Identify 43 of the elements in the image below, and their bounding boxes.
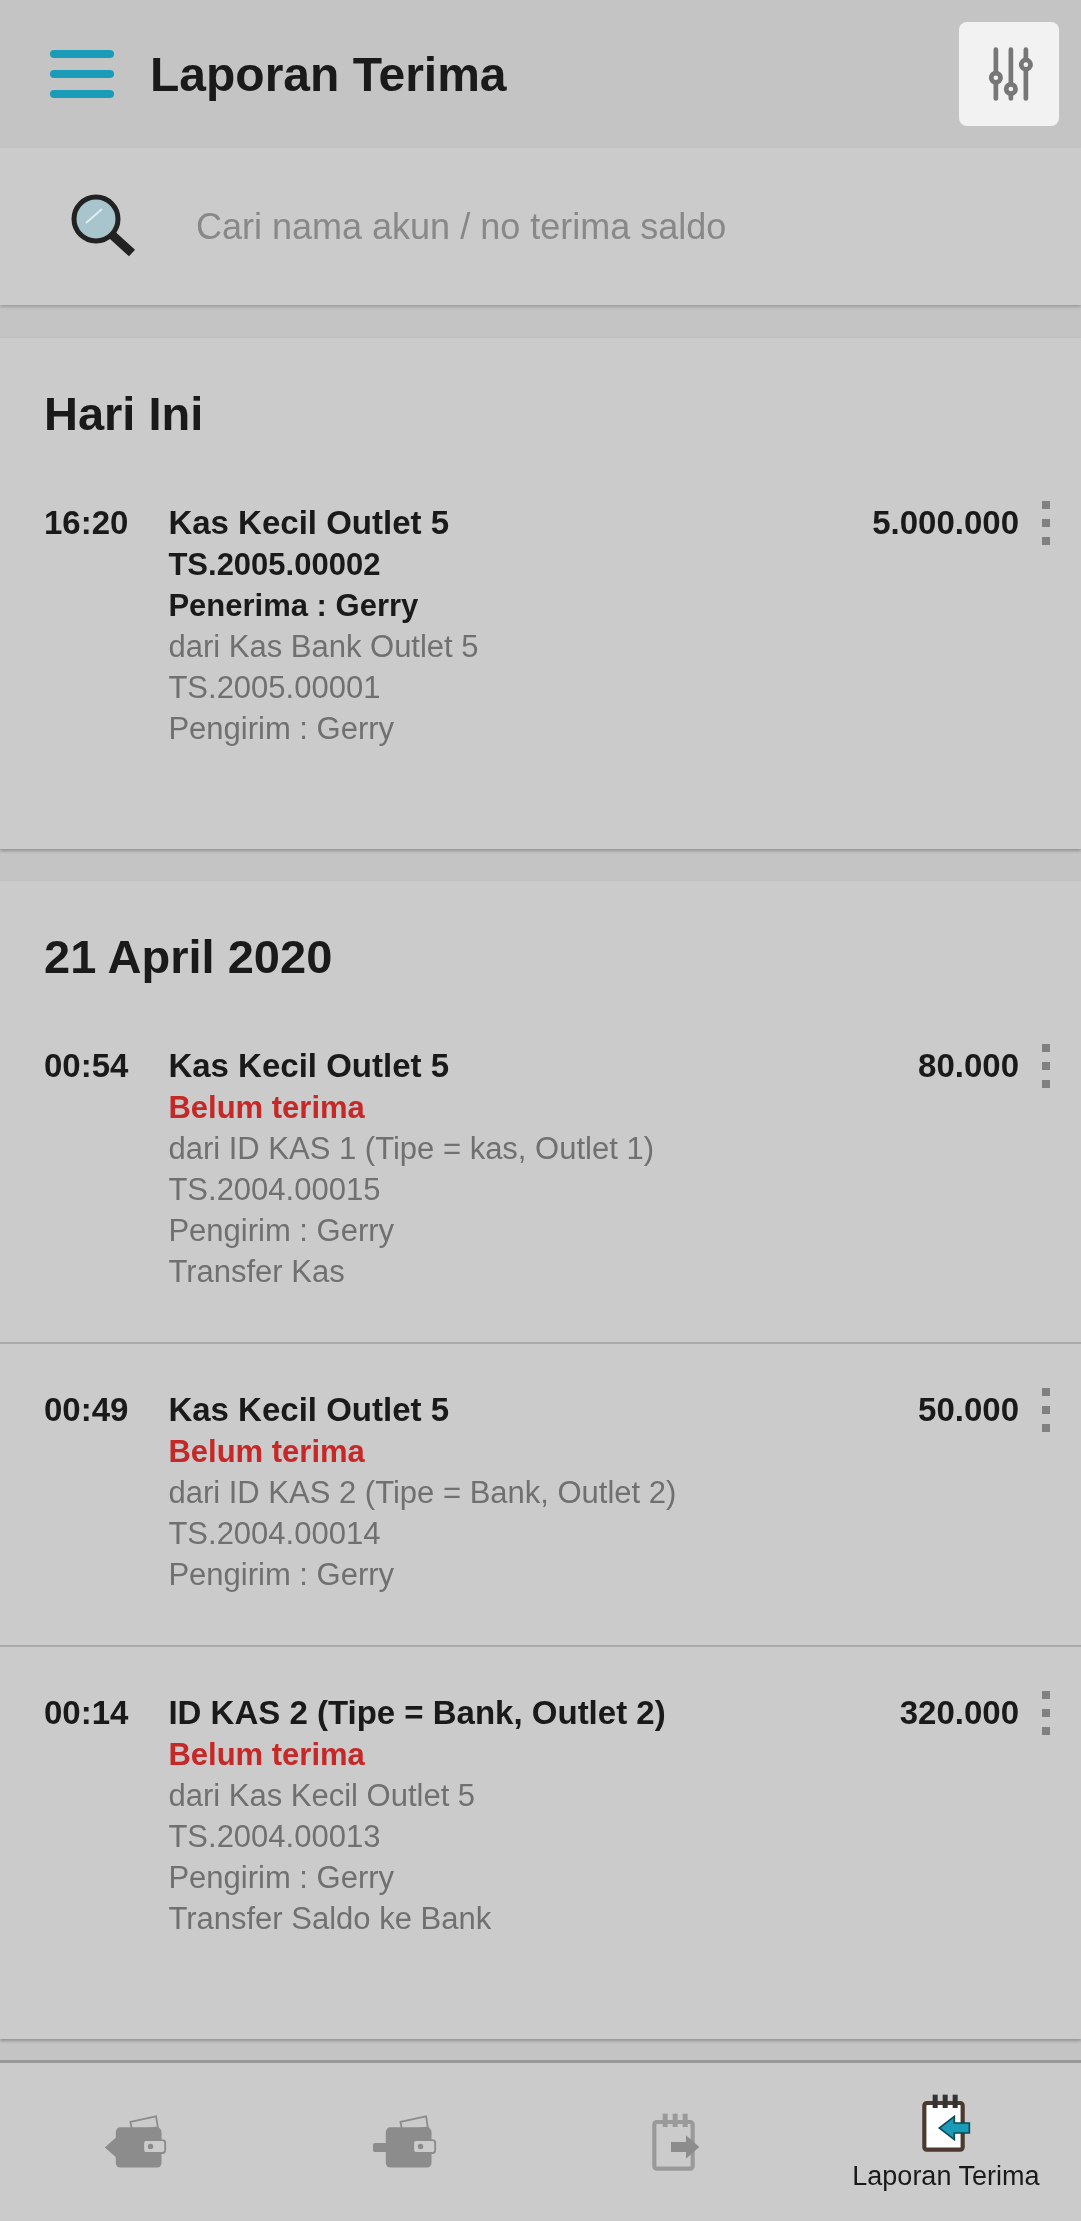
menu-icon[interactable] (50, 48, 114, 100)
nav-label: Laporan Terima (852, 2160, 1040, 2192)
entry-detail: Pengirim : Gerry (168, 710, 396, 748)
entry-detail: Pengirim : Gerry (168, 1859, 396, 1897)
entry-title: Kas Kecil Outlet 5 (168, 1046, 450, 1086)
entry-detail: dari ID KAS 1 (Tipe = kas, Outlet 1) (168, 1130, 655, 1168)
entry-time: 16:20 (44, 503, 129, 543)
search-field[interactable]: Cari nama akun / no terima saldo (194, 204, 1081, 249)
entry-title: Kas Kecil Outlet 5 (168, 503, 450, 543)
entry-detail: Penerima : Gerry (168, 587, 420, 625)
entry-amount: 320.000 (899, 1693, 1019, 1733)
nav-tab[interactable]: Laporan Terima (810, 2063, 1081, 2221)
entry-amount: 5.000.000 (872, 503, 1019, 543)
filter-button[interactable] (959, 22, 1059, 126)
status-label: Belum terima (168, 1736, 366, 1774)
entry-amount: 80.000 (918, 1046, 1019, 1086)
entry-detail: Pengirim : Gerry (168, 1556, 396, 1594)
page-title: Laporan Terima (150, 46, 508, 102)
entry-detail: dari ID KAS 2 (Tipe = Bank, Outlet 2) (168, 1474, 678, 1512)
more-icon[interactable] (1041, 501, 1051, 545)
status-label: Belum terima (168, 1433, 366, 1471)
status-label: Belum terima (168, 1089, 366, 1127)
entry-time: 00:14 (44, 1693, 129, 1733)
section-heading: Hari Ini (43, 386, 205, 442)
entry-detail: dari Kas Bank Outlet 5 (168, 628, 480, 666)
entry-detail: dari Kas Kecil Outlet 5 (168, 1777, 477, 1815)
entry-detail: TS.2005.00002 (168, 546, 382, 584)
entry-detail: Transfer Kas (168, 1253, 346, 1291)
more-icon[interactable] (1041, 1388, 1051, 1432)
section-heading: 21 April 2020 (43, 929, 334, 985)
more-icon[interactable] (1041, 1044, 1051, 1088)
entry-time: 00:49 (44, 1390, 129, 1430)
entry-amount: 50.000 (918, 1390, 1019, 1430)
entry-title: Kas Kecil Outlet 5 (168, 1390, 450, 1430)
entry-detail: TS.2004.00013 (168, 1818, 382, 1856)
entry-detail: TS.2005.00001 (168, 669, 382, 707)
entry-detail: Pengirim : Gerry (168, 1212, 396, 1250)
entry-time: 00:54 (44, 1046, 129, 1086)
entry-detail: Transfer Saldo ke Bank (168, 1900, 493, 1938)
entry-detail: TS.2004.00015 (168, 1171, 382, 1209)
entry-detail: TS.2004.00014 (168, 1515, 382, 1553)
more-icon[interactable] (1041, 1691, 1051, 1735)
entry-title: ID KAS 2 (Tipe = Bank, Outlet 2) (168, 1693, 667, 1733)
